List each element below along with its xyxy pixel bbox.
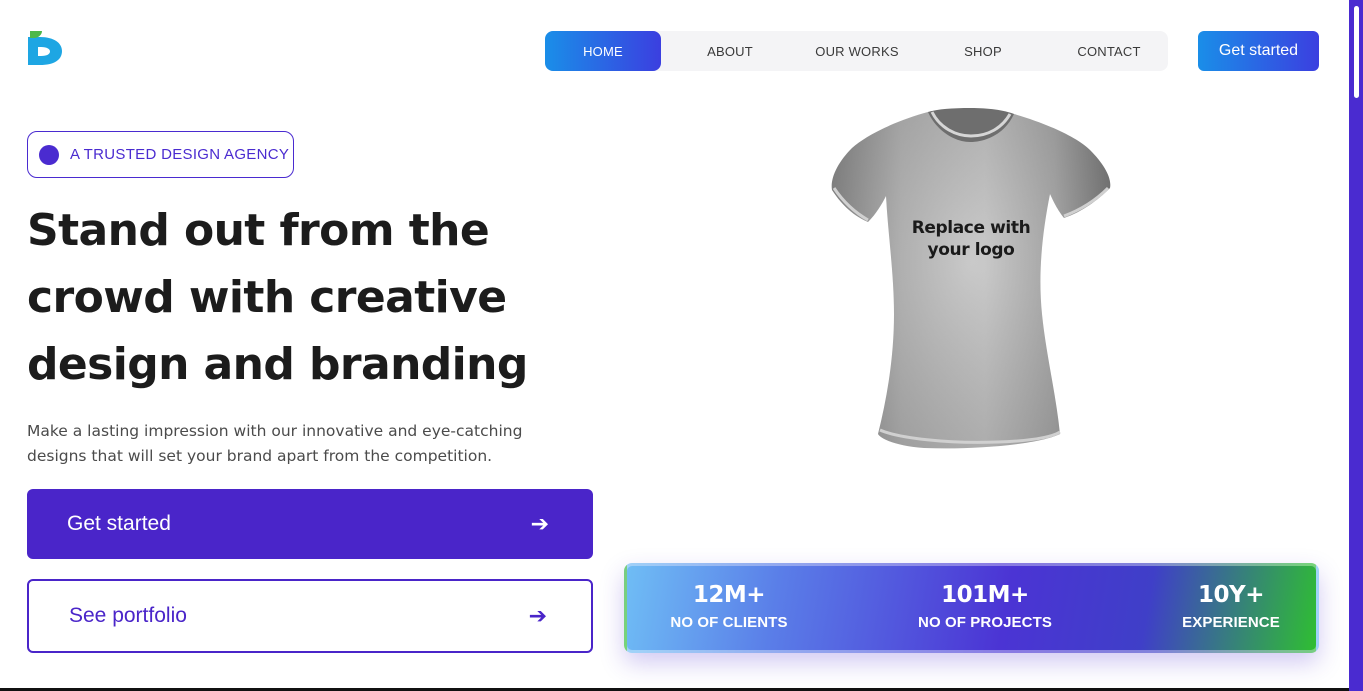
- placeholder-line: Replace with: [911, 218, 1031, 238]
- see-portfolio-label: See portfolio: [69, 604, 187, 627]
- stat-projects: 101M+ NO OF PROJECTS: [907, 582, 1063, 631]
- see-portfolio-button[interactable]: See portfolio ➔: [27, 579, 593, 653]
- badge-label: A TRUSTED DESIGN AGENCY: [70, 146, 290, 163]
- hero-headline: Stand out from the crowd with creative d…: [27, 197, 587, 398]
- agency-badge: A TRUSTED DESIGN AGENCY: [27, 131, 294, 178]
- stat-clients: 12M+ NO OF CLIENTS: [657, 582, 801, 631]
- stat-value: 12M+: [692, 582, 766, 608]
- subtext-line: Make a lasting impression with our innov…: [27, 422, 523, 440]
- get-started-button[interactable]: Get started ➔: [27, 489, 593, 559]
- subtext-line: designs that will set your brand apart f…: [27, 447, 493, 465]
- stat-value: 101M+: [941, 582, 1029, 608]
- headline-line: crowd with creative: [27, 272, 507, 323]
- nav-item-shop[interactable]: SHOP: [915, 31, 1051, 71]
- stat-experience: 10Y+ EXPERIENCE: [1175, 582, 1287, 631]
- stat-label: NO OF CLIENTS: [670, 614, 788, 631]
- tshirt-icon: [831, 108, 1111, 449]
- arrow-right-icon: ➔: [530, 511, 549, 537]
- nav-item-contact[interactable]: CONTACT: [1051, 31, 1167, 71]
- brand-logo[interactable]: [26, 29, 64, 67]
- nav-item-about[interactable]: ABOUT: [661, 31, 799, 71]
- badge-dot-icon: [39, 144, 59, 165]
- tshirt-logo-placeholder: Replace with your logo: [898, 217, 1044, 261]
- stat-label: EXPERIENCE: [1182, 614, 1280, 631]
- page-scrollbar[interactable]: [1349, 0, 1363, 691]
- headline-line: design and branding: [27, 339, 528, 390]
- stat-label: NO OF PROJECTS: [918, 614, 1052, 631]
- tshirt-mockup-image: [828, 104, 1114, 454]
- d-letter-logo-icon: [28, 31, 62, 65]
- placeholder-line: your logo: [927, 240, 1015, 260]
- nav-item-our-works[interactable]: OUR WORKS: [799, 31, 915, 71]
- arrow-right-icon: ➔: [528, 603, 547, 629]
- header-get-started-button[interactable]: Get started: [1198, 31, 1319, 71]
- hero-subtext: Make a lasting impression with our innov…: [27, 419, 567, 469]
- stat-value: 10Y+: [1198, 582, 1264, 608]
- headline-line: Stand out from the: [27, 205, 490, 256]
- get-started-label: Get started: [67, 512, 171, 535]
- scrollbar-thumb[interactable]: [1354, 6, 1359, 98]
- stats-bar: 12M+ NO OF CLIENTS 101M+ NO OF PROJECTS …: [624, 563, 1319, 653]
- nav-item-home[interactable]: HOME: [545, 31, 661, 71]
- main-nav: HOME ABOUT OUR WORKS SHOP CONTACT: [545, 31, 1168, 71]
